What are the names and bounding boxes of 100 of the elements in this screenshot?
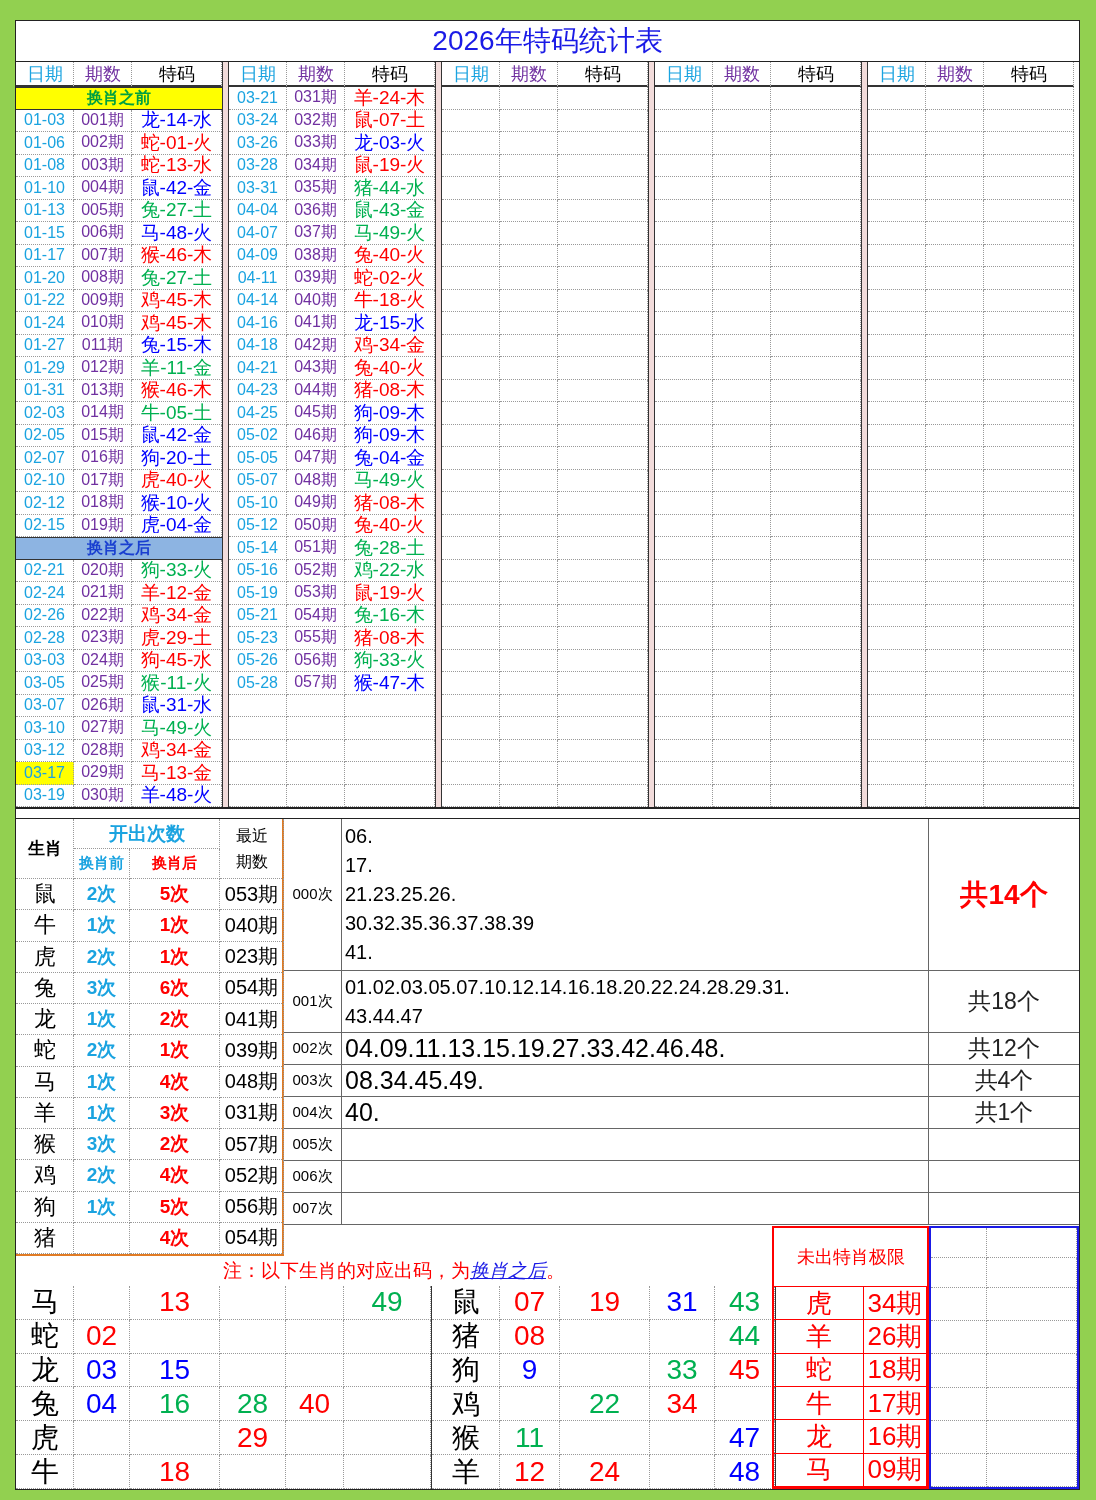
zodiac-cell: 鼠 (16, 879, 74, 911)
empty-cell (713, 582, 771, 605)
number-cell: 28 (220, 1387, 286, 1422)
empty-cell (442, 312, 500, 335)
empty-cell (442, 762, 500, 785)
zodiac-cell: 猪 (432, 1319, 500, 1354)
empty-cell (926, 514, 984, 537)
period-cell: 033期 (287, 132, 345, 155)
empty-cell (926, 559, 984, 582)
empty-cell (442, 244, 500, 267)
date-cell: 04-25 (229, 402, 287, 425)
zodiac-cell: 鸡 (16, 1160, 74, 1192)
empty-cell (500, 109, 558, 132)
zodiac-cell: 猴 (432, 1421, 500, 1456)
empty-cell (500, 649, 558, 672)
empty-cell (868, 739, 926, 762)
empty-cell (442, 784, 500, 807)
period-cell: 031期 (220, 1097, 284, 1129)
empty-cell (931, 1321, 987, 1355)
empty-cell (74, 1286, 130, 1320)
empty-cell (931, 1420, 987, 1454)
empty-cell (655, 132, 713, 155)
period-cell: 18期 (864, 1353, 927, 1387)
date-cell: 04-07 (229, 222, 287, 245)
period-cell: 055期 (287, 627, 345, 650)
period-cell: 020期 (74, 559, 132, 582)
empty-cell (926, 379, 984, 402)
empty-cell (500, 379, 558, 402)
empty-cell (713, 514, 771, 537)
empty-cell (500, 492, 558, 515)
count-cell: 3次 (74, 1129, 130, 1161)
count-label: 001次 (284, 971, 342, 1032)
date-cell: 01-20 (16, 267, 74, 290)
count-cell: 3次 (74, 972, 130, 1004)
empty-cell (713, 222, 771, 245)
period-cell: 051期 (287, 537, 345, 560)
empty-cell (500, 717, 558, 740)
note-link[interactable]: 换肖之后 (470, 1260, 546, 1281)
empty-cell (655, 582, 713, 605)
empty-cell (655, 109, 713, 132)
period-cell: 021期 (74, 582, 132, 605)
empty-cell (655, 717, 713, 740)
empty-cell (220, 1353, 286, 1388)
count-cell: 2次 (130, 1129, 220, 1161)
date-cell: 01-10 (16, 177, 74, 200)
empty-cell (868, 222, 926, 245)
empty-cell (500, 514, 558, 537)
count-cell: 4次 (130, 1160, 220, 1192)
empty-cell (926, 469, 984, 492)
empty-cell (500, 424, 558, 447)
empty-cell (868, 289, 926, 312)
zodiac-cell: 兔 (16, 1387, 74, 1422)
number-line: 21.23.25.26. (345, 882, 458, 907)
empty-cell (926, 334, 984, 357)
empty-cell (500, 582, 558, 605)
date-cell: 05-16 (229, 559, 287, 582)
date-cell: 05-10 (229, 492, 287, 515)
period-cell: 049期 (287, 492, 345, 515)
empty-cell (655, 537, 713, 560)
empty-cell (926, 739, 984, 762)
period-cell: 040期 (220, 910, 284, 942)
zodiac-cell: 虎 (774, 1287, 864, 1321)
empty-cell (655, 627, 713, 650)
date-cell: 05-12 (229, 514, 287, 537)
count-cell: 1次 (74, 1191, 130, 1223)
empty-cell (868, 784, 926, 807)
number-cell: 29 (220, 1421, 286, 1456)
empty-cell (926, 694, 984, 717)
period-cell: 022期 (74, 604, 132, 627)
date-cell: 05-02 (229, 424, 287, 447)
zodiac-cell: 鸡 (432, 1387, 500, 1422)
count-label: 003次 (284, 1065, 342, 1096)
column-header: 换肖后 (130, 849, 220, 879)
empty-cell (713, 154, 771, 177)
period-cell: 006期 (74, 222, 132, 245)
date-cell: 04-14 (229, 289, 287, 312)
number-cell: 49 (344, 1286, 431, 1320)
number-cell: 18 (130, 1455, 220, 1489)
number-line: 41. (345, 940, 374, 965)
count-cell: 5次 (130, 1191, 220, 1223)
date-cell: 02-03 (16, 402, 74, 425)
limit-header: 未出特肖极限 (772, 1226, 929, 1286)
zodiac-cell: 猪 (16, 1222, 74, 1254)
number-line: 01.02.03.05.07.10.12.14.16.18.20.22.24.28.29.31. (345, 974, 791, 1000)
empty-cell (655, 87, 713, 110)
empty-cell (500, 199, 558, 222)
empty-cell (442, 154, 500, 177)
period-cell: 050期 (287, 514, 345, 537)
empty-cell (713, 379, 771, 402)
period-cell: 027期 (74, 717, 132, 740)
count-label: 006次 (284, 1161, 342, 1192)
empty-cell (926, 109, 984, 132)
period-cell: 057期 (220, 1129, 284, 1161)
empty-cell (931, 1258, 987, 1288)
empty-cell (287, 717, 345, 740)
empty-cell (442, 492, 500, 515)
empty-cell (713, 739, 771, 762)
period-cell: 002期 (74, 132, 132, 155)
empty-cell (926, 312, 984, 335)
empty-cell (713, 694, 771, 717)
